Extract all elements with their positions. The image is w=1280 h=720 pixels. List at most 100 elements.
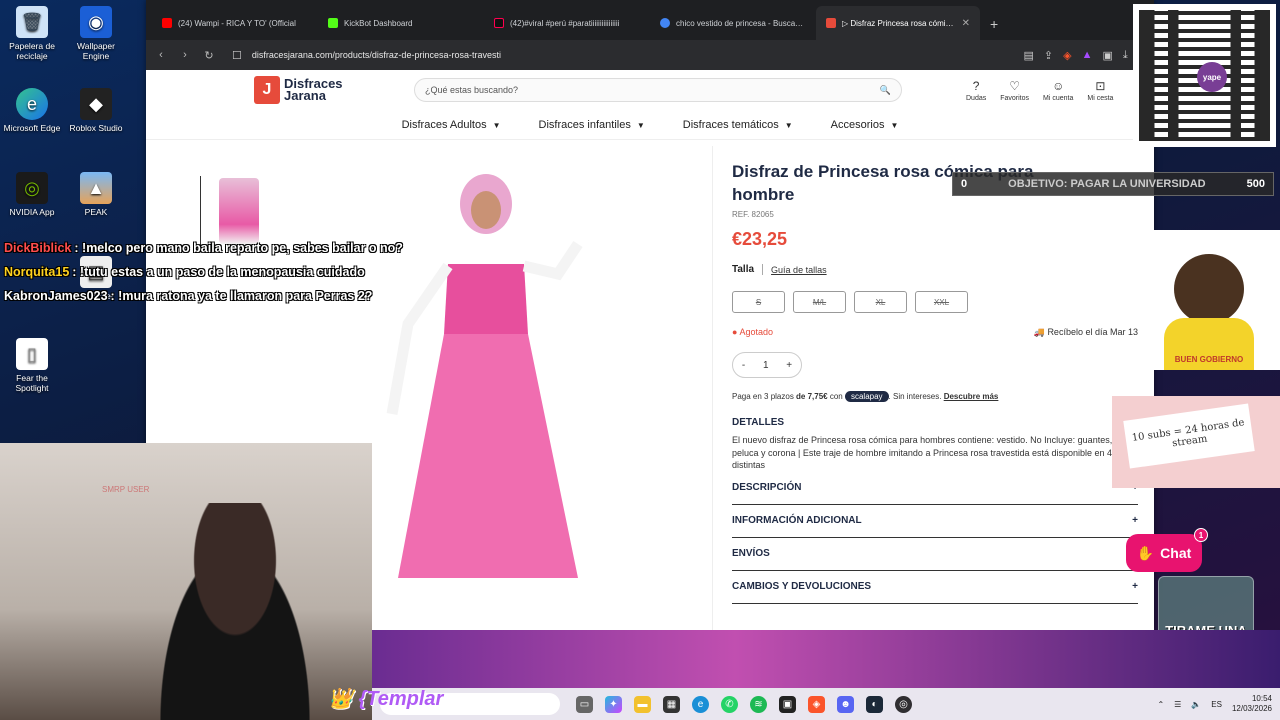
product-ref: REF. 82065 — [732, 210, 774, 219]
site-header: J Disfraces Jarana ¿Qué estas buscando? … — [146, 70, 1154, 110]
chevron-down-icon: ▼ — [784, 120, 793, 130]
pay-amount: de 7,75€ — [796, 392, 828, 401]
nav-disfraces-tematicos[interactable]: Disfraces temáticos ▼ — [683, 119, 793, 131]
brave-shield-icon[interactable]: ◈ — [1063, 49, 1071, 62]
network-icon[interactable]: ☰ — [1174, 700, 1181, 709]
obs-icon[interactable]: ◎ — [895, 695, 912, 713]
desktop-icon-wallpaper-engine[interactable]: ◉ Wallpaper Engine — [64, 6, 128, 62]
size-option-s[interactable]: S — [732, 291, 785, 313]
browser-tab[interactable]: chico vestido de princesa - Buscar co — [650, 6, 814, 40]
chat-badge: 1 — [1194, 528, 1208, 542]
chevron-up-icon[interactable]: ⌃ — [1157, 700, 1164, 709]
accordion-descripcion[interactable]: DESCRIPCIÓN+ — [732, 472, 1138, 505]
desktop-icon-edge[interactable]: e Microsoft Edge — [0, 88, 64, 134]
qty-plus-button[interactable]: + — [786, 360, 792, 371]
favoritos-link[interactable]: ♡ Favoritos — [1000, 79, 1029, 102]
brave-rewards-icon[interactable]: ▲ — [1082, 49, 1093, 61]
site-logo[interactable]: J Disfraces Jarana — [254, 76, 414, 104]
desktop-icon-nvidia[interactable]: ◎ NVIDIA App — [0, 172, 64, 218]
chat-text: : !mura ratona ya te llamaron para Perra… — [110, 289, 373, 303]
desktop-icon-roblox[interactable]: ◆ Roblox Studio — [64, 88, 128, 134]
favoritos-label: Favoritos — [1000, 94, 1030, 102]
face-shape — [471, 191, 501, 229]
desktop-icon-label: PEAK — [84, 207, 108, 217]
copilot-icon[interactable]: ✦ — [605, 695, 622, 713]
qty-value: 1 — [762, 359, 769, 371]
size-option-xxl[interactable]: XXL — [915, 291, 968, 313]
desktop-icon-fear-the-spotlight[interactable]: ▯ Fear the Spotlight — [0, 338, 64, 394]
dog-head — [1174, 254, 1244, 324]
brave-icon[interactable]: ◈ — [808, 695, 825, 713]
nav-disfraces-infantiles[interactable]: Disfraces infantiles ▼ — [539, 119, 645, 131]
steam-icon[interactable]: ◐ — [866, 695, 883, 713]
nav-disfraces-adultos[interactable]: Disfraces Adultos ▼ — [402, 119, 501, 131]
size-option-ml[interactable]: M/L — [793, 291, 846, 313]
accordion-devoluciones[interactable]: CAMBIOS Y DEVOLUCIONES + — [732, 571, 1138, 604]
mi-cuenta-link[interactable]: ☺ Mi cuenta — [1043, 79, 1073, 102]
browser-tab-active[interactable]: ▷ Disfraz Princesa rosa cómica p ✕ — [816, 6, 980, 40]
forward-icon[interactable]: › — [178, 49, 192, 61]
address-bar[interactable]: ☐ disfracesjarana.com/products/disfraz-d… — [226, 44, 1093, 66]
size-option-xl[interactable]: XL — [854, 291, 907, 313]
taskbar-apps: ▭ ✦ ▬ ▦ e ✆ ≋ ▣ ◈ ☻ ◐ ◎ — [576, 695, 912, 713]
volume-icon[interactable]: 🔈 — [1191, 700, 1201, 709]
browser-tab[interactable]: KickBot Dashboard — [318, 6, 482, 40]
edge-taskbar-icon[interactable]: e — [692, 695, 709, 713]
product-thumbnail[interactable] — [219, 178, 259, 244]
webcam-label: SMRP USER — [102, 485, 150, 494]
bag-icon: ⊡ — [1095, 78, 1106, 93]
goal-current: 0 — [961, 178, 968, 190]
discord-icon[interactable]: ☻ — [837, 695, 854, 713]
reload-icon[interactable]: ↻ — [202, 49, 216, 62]
product-main-image[interactable] — [378, 174, 598, 594]
qty-minus-button[interactable]: - — [742, 360, 745, 371]
share-icon[interactable]: ⇪ — [1044, 49, 1053, 62]
mi-cesta-link[interactable]: ⊡ Mi cesta — [1087, 79, 1113, 102]
desktop-icon-peak[interactable]: ▲ PEAK — [64, 172, 128, 218]
browser-toolbar: ‹ › ↻ ☐ disfracesjarana.com/products/dis… — [146, 40, 1154, 70]
dog-shirt: BUEN GOBIERNO — [1164, 318, 1254, 370]
delivery-text: Recíbelo el día Mar 13 — [1047, 327, 1138, 337]
learn-more-link[interactable]: Descubre más — [944, 392, 999, 401]
task-view-icon[interactable]: ▭ — [576, 695, 593, 713]
desktop-icon-recycle-bin[interactable]: 🗑 Papelera de reciclaje — [0, 6, 64, 62]
quantity-stepper[interactable]: - 1 + — [732, 352, 802, 378]
heart-icon: ♡ — [1009, 78, 1021, 93]
size-label: Talla — [732, 264, 764, 275]
file-explorer-icon[interactable]: ▬ — [634, 695, 651, 713]
search-icon[interactable]: 🔍 — [880, 85, 891, 96]
details-text: El nuevo disfraz de Princesa rosa cómica… — [732, 435, 1136, 470]
size-guide-link[interactable]: Guía de tallas — [771, 265, 827, 275]
store-icon[interactable]: ▦ — [663, 695, 680, 713]
new-tab-button[interactable]: + — [982, 16, 1006, 40]
search-input[interactable]: ¿Qué estas buscando? 🔍 — [414, 78, 902, 102]
back-icon[interactable]: ‹ — [154, 49, 168, 61]
edge-icon: e — [16, 88, 48, 120]
yape-logo: yape — [1197, 62, 1227, 92]
logo-line-2: Jarana — [284, 88, 326, 103]
dudas-link[interactable]: ? Dudas — [966, 79, 986, 102]
nav-accesorios[interactable]: Accesorios ▼ — [831, 119, 899, 131]
terminal-icon[interactable]: ▣ — [779, 695, 796, 713]
taskbar: ▭ ✦ ▬ ▦ e ✆ ≋ ▣ ◈ ☻ ◐ ◎ ⌃ ☰ 🔈 ES 10:54 1… — [372, 688, 1280, 720]
chat-message: Norquita15: !tutu estas a un paso de la … — [4, 260, 403, 284]
accordion-envios[interactable]: ENVÍOS+ — [732, 538, 1138, 571]
account-menu: ? Dudas ♡ Favoritos ☺ Mi cuenta ⊡ Mi ces… — [966, 79, 1113, 102]
browser-tab[interactable]: (42)#viral #perú #paratiiiiiiiiiiiiiiii — [484, 6, 648, 40]
close-tab-icon[interactable]: ✕ — [962, 18, 970, 29]
chat-button[interactable]: ✋ Chat 1 — [1126, 528, 1208, 572]
clock[interactable]: 10:54 12/03/2026 — [1232, 694, 1272, 714]
whatsapp-icon[interactable]: ✆ — [721, 695, 738, 713]
help-icon: ? — [972, 78, 980, 93]
bodice-shape — [444, 264, 528, 334]
browser-tab[interactable]: (24) Wampi - RICA Y TO' (Official — [152, 6, 316, 40]
bookmark-icon[interactable]: ☐ — [232, 49, 242, 62]
plus-icon: + — [1132, 581, 1138, 592]
accordion-info-adicional[interactable]: INFORMACIÓN ADICIONAL + — [732, 505, 1138, 538]
language-indicator[interactable]: ES — [1211, 700, 1222, 709]
spotify-icon[interactable]: ≋ — [750, 695, 767, 713]
category-nav: Disfraces Adultos ▼ Disfraces infantiles ▼… — [146, 110, 1154, 140]
sidebar-icon[interactable]: ▣ — [1102, 49, 1112, 62]
reader-icon[interactable]: ▤ — [1023, 49, 1033, 62]
download-icon[interactable]: ⤓ — [1123, 49, 1128, 62]
